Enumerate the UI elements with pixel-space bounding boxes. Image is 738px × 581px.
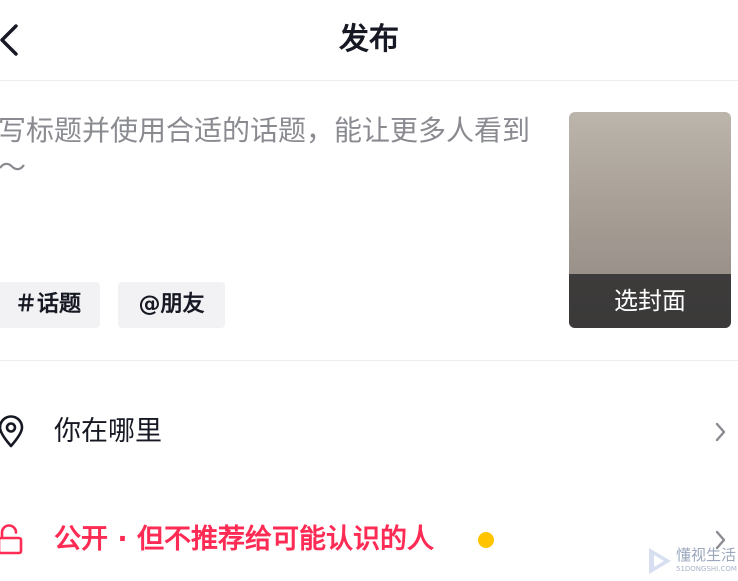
privacy-row[interactable]: 公开 · 但不推荐给可能认识的人	[0, 508, 738, 572]
watermark: 懂视生活 51DONGSHI.COM	[646, 545, 738, 577]
page-title: 发布	[339, 22, 399, 57]
watermark-logo-icon	[646, 545, 674, 577]
privacy-label: 公开 · 但不推荐给可能认识的人	[54, 524, 435, 555]
chevron-right-icon	[712, 418, 730, 446]
unlock-icon	[0, 523, 26, 557]
select-cover-label[interactable]: 选封面	[569, 274, 731, 328]
location-pin-icon	[0, 415, 26, 449]
divider	[0, 360, 738, 361]
cover-thumbnail[interactable]: 选封面	[569, 112, 731, 328]
top-bar: 发布	[0, 0, 738, 81]
watermark-subtext: 51DONGSHI.COM	[676, 565, 737, 573]
location-row[interactable]: 你在哪里	[0, 400, 738, 464]
mention-friend-button[interactable]: @朋友	[118, 282, 225, 328]
new-indicator-dot	[478, 532, 494, 548]
location-label: 你在哪里	[54, 416, 162, 447]
topic-button[interactable]: ＃话题	[0, 282, 100, 328]
caption-input[interactable]	[0, 112, 538, 232]
watermark-text: 懂视生活	[676, 546, 737, 564]
